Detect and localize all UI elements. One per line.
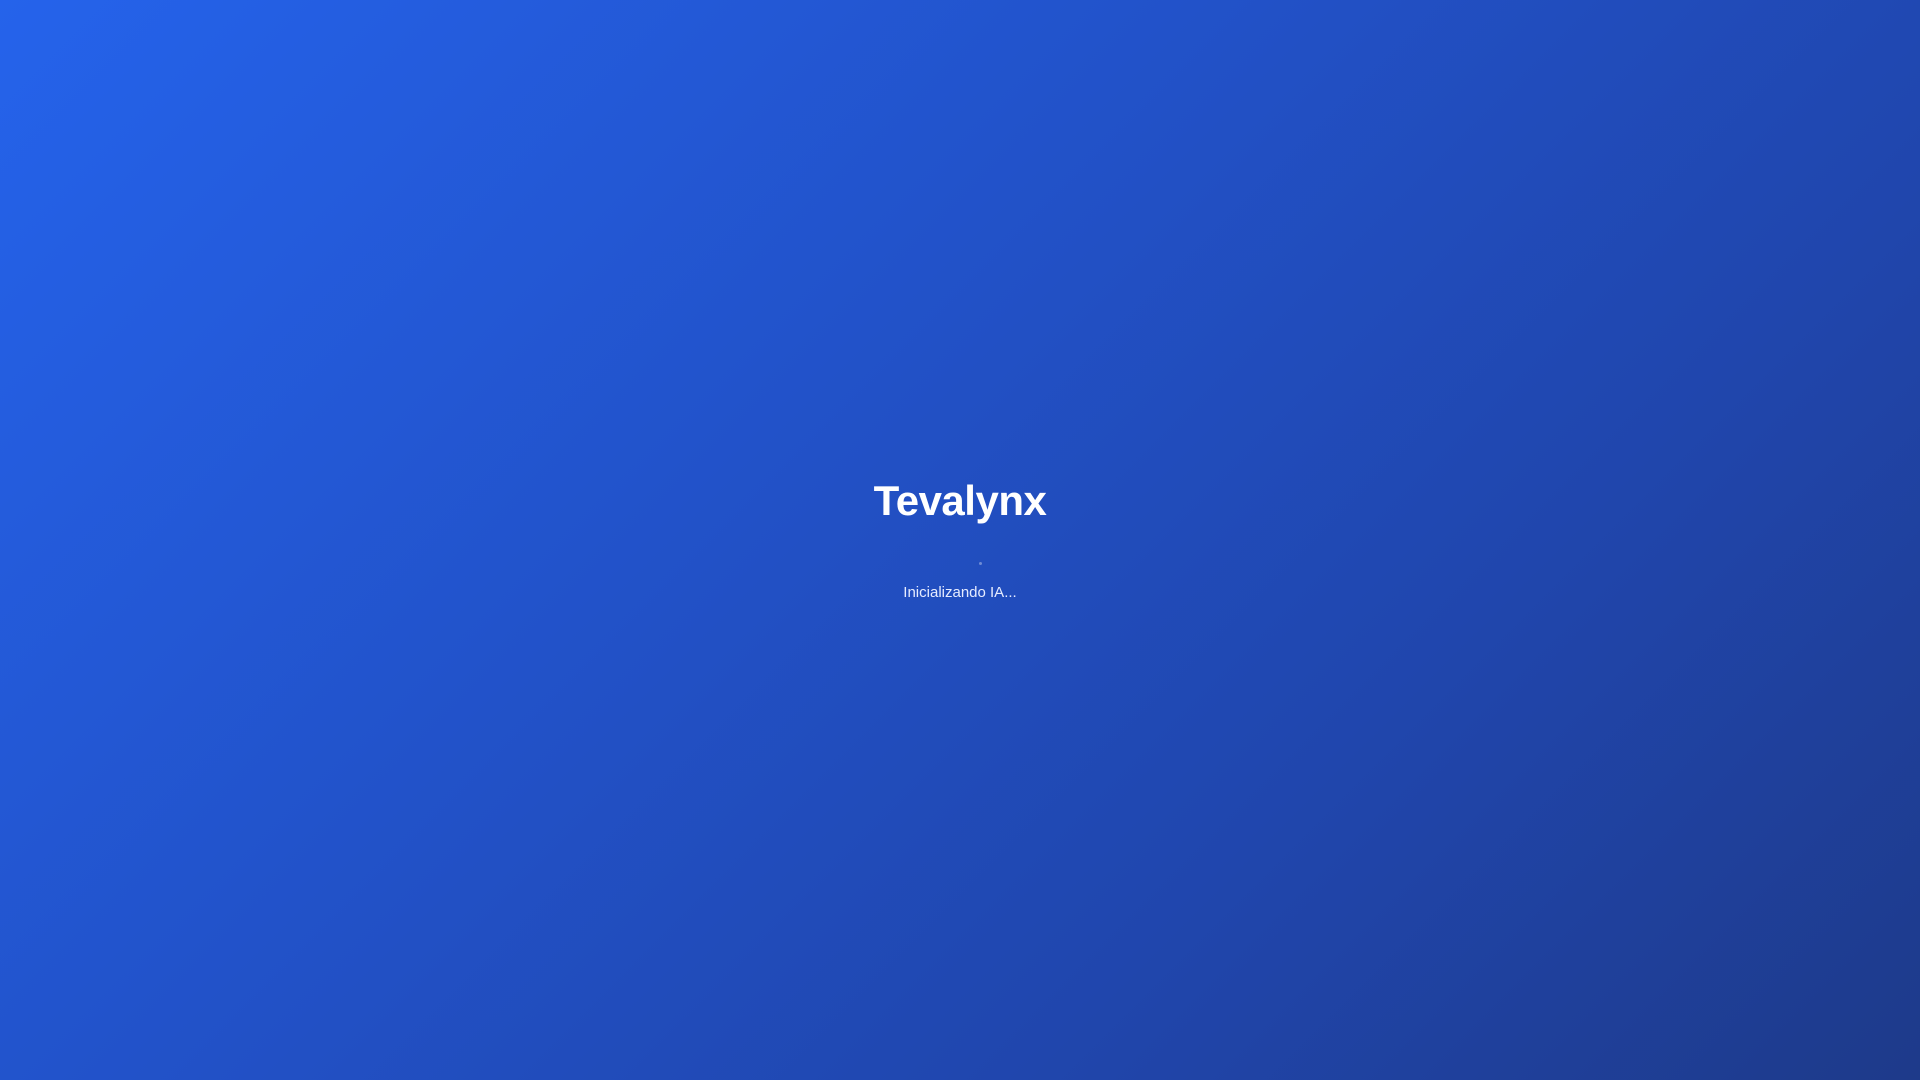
spinner-icon [978, 562, 982, 565]
splash-content: Tevalynx Inicializando IA... [0, 470, 1920, 603]
app-title: Tevalynx [873, 477, 1047, 524]
loading-status-text: Inicializando IA... [903, 584, 1017, 601]
splash-screen: Tevalynx Inicializando IA... [0, 0, 1920, 1080]
